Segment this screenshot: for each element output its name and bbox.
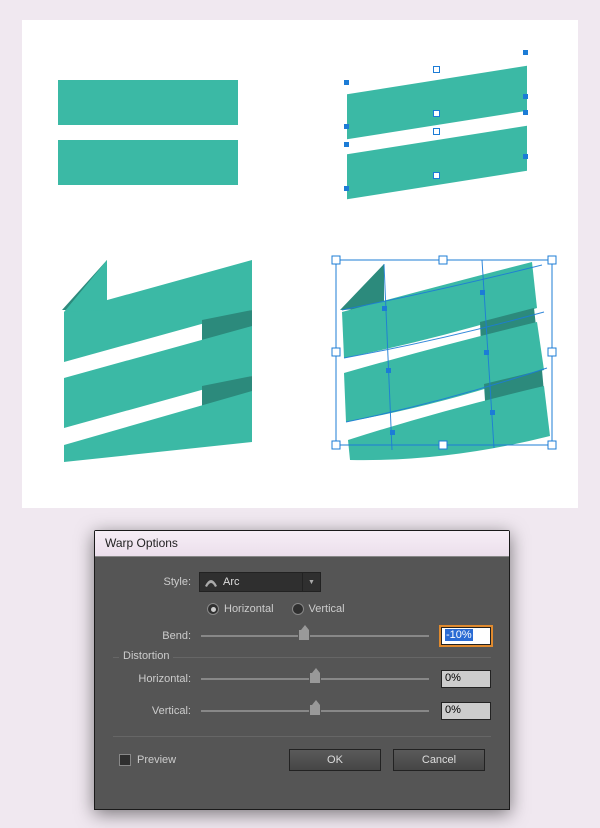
- radio-dot-icon: [207, 603, 219, 615]
- orientation-vertical-radio[interactable]: Vertical: [292, 603, 345, 615]
- dialog-title: Warp Options: [105, 536, 178, 550]
- radio-label: Horizontal: [224, 603, 274, 615]
- arc-icon: [204, 576, 218, 588]
- anchor-point[interactable]: [344, 80, 349, 85]
- bend-label: Bend:: [113, 630, 199, 642]
- distortion-v-value-input[interactable]: 0%: [441, 702, 491, 720]
- anchor-point[interactable]: [523, 110, 528, 115]
- shape-rect-1: [58, 80, 238, 125]
- distortion-h-slider[interactable]: [201, 678, 429, 680]
- anchor-point[interactable]: [433, 128, 440, 135]
- shape-rect-2: [58, 140, 238, 185]
- preview-checkbox[interactable]: Preview: [119, 754, 176, 766]
- ribbon-shape-warped[interactable]: [322, 250, 562, 465]
- ribbon-shape-flat: [52, 250, 267, 465]
- style-label: Style:: [113, 576, 199, 588]
- anchor-point[interactable]: [523, 50, 528, 55]
- selection-handles: [347, 50, 527, 195]
- slider-thumb[interactable]: [309, 704, 321, 716]
- bend-value-input[interactable]: -10%: [441, 627, 491, 645]
- cancel-button[interactable]: Cancel: [393, 749, 485, 771]
- warp-options-dialog: Warp Options Style: Arc Horizontal Verti…: [94, 530, 510, 810]
- checkbox-icon: [119, 754, 131, 766]
- distortion-fieldset: Distortion Horizontal: 0% Vertical: 0%: [113, 657, 491, 722]
- preview-label: Preview: [137, 754, 176, 766]
- distortion-v-label: Vertical:: [113, 705, 199, 717]
- ok-button[interactable]: OK: [289, 749, 381, 771]
- anchor-point[interactable]: [433, 172, 440, 179]
- anchor-point[interactable]: [344, 186, 349, 191]
- slider-thumb[interactable]: [309, 672, 321, 684]
- anchor-point[interactable]: [344, 142, 349, 147]
- distortion-v-slider[interactable]: [201, 710, 429, 712]
- anchor-point[interactable]: [433, 110, 440, 117]
- anchor-point[interactable]: [523, 94, 528, 99]
- orientation-horizontal-radio[interactable]: Horizontal: [207, 603, 274, 615]
- bend-slider[interactable]: [201, 635, 429, 637]
- anchor-point[interactable]: [344, 124, 349, 129]
- divider: [113, 736, 491, 737]
- dialog-titlebar[interactable]: Warp Options: [95, 531, 509, 557]
- distortion-h-value-input[interactable]: 0%: [441, 670, 491, 688]
- style-dropdown[interactable]: Arc: [199, 572, 321, 592]
- artboard: [22, 20, 578, 508]
- anchor-point[interactable]: [433, 66, 440, 73]
- slider-thumb[interactable]: [298, 629, 310, 641]
- chevron-down-icon: [302, 573, 320, 591]
- anchor-point[interactable]: [523, 154, 528, 159]
- distortion-h-label: Horizontal:: [113, 673, 199, 685]
- distortion-legend: Distortion: [119, 650, 173, 662]
- radio-dot-icon: [292, 603, 304, 615]
- radio-label: Vertical: [309, 603, 345, 615]
- style-value: Arc: [223, 576, 240, 588]
